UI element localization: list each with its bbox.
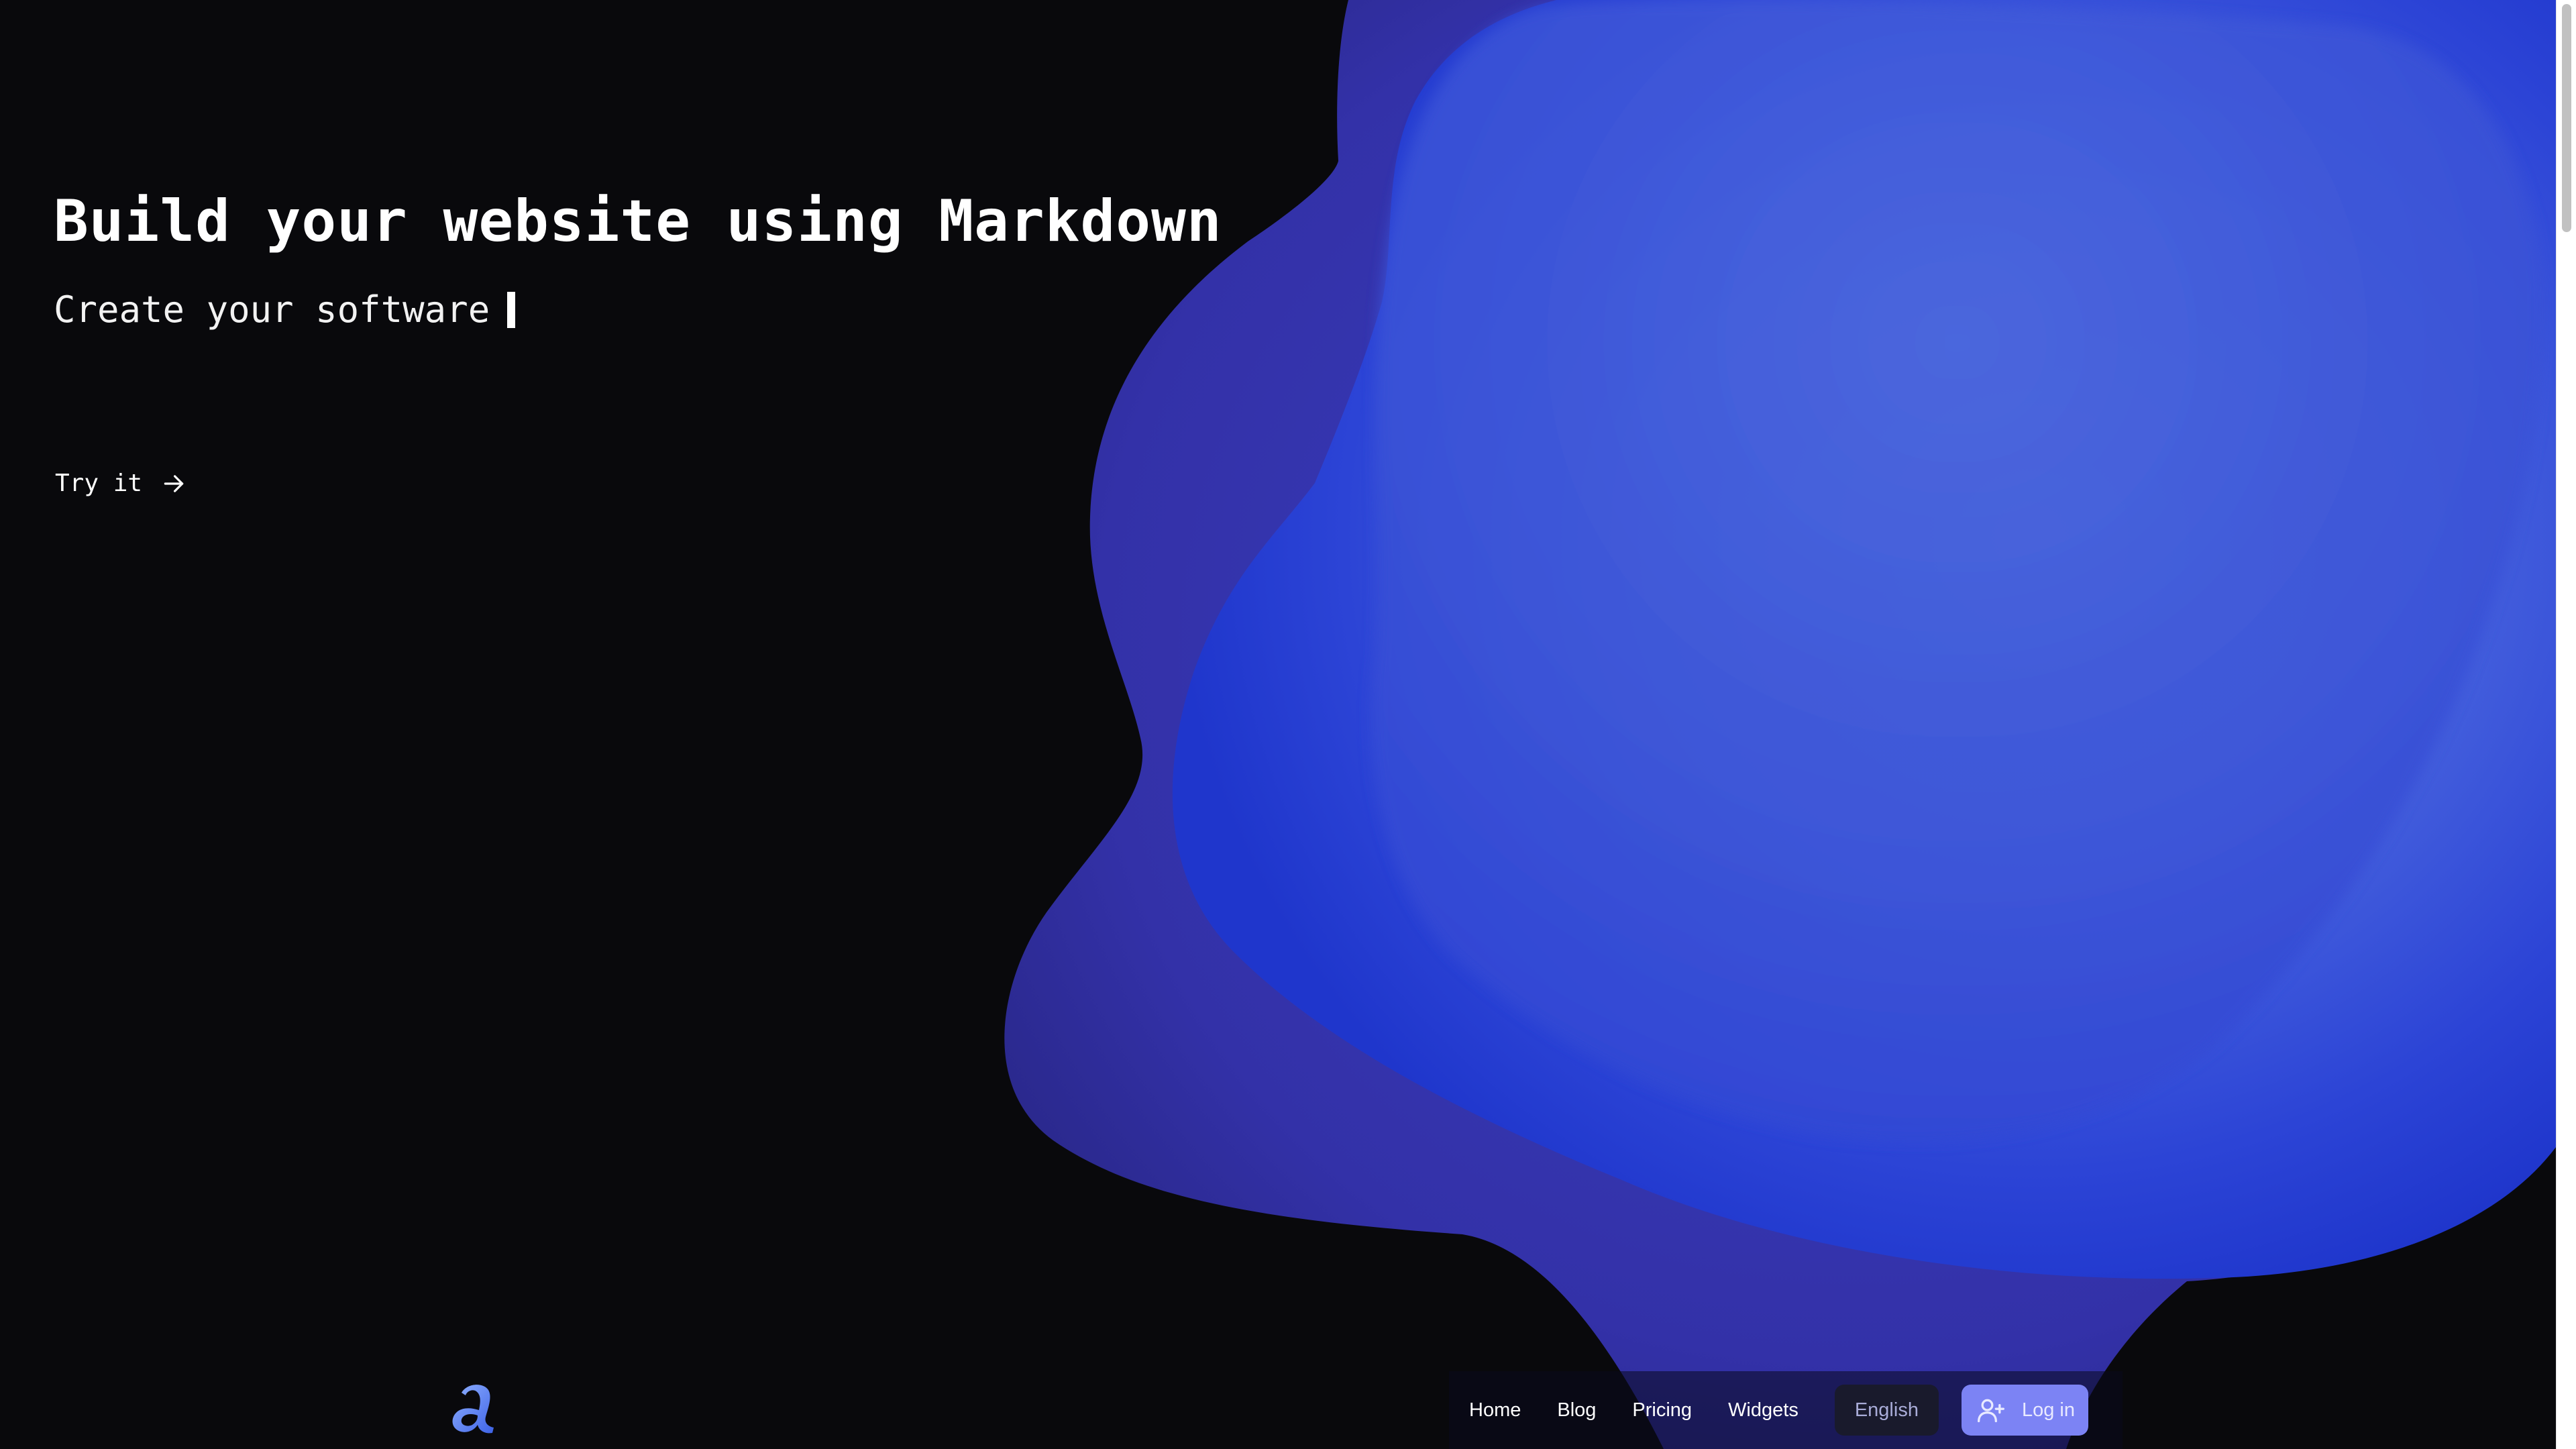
login-button[interactable]: Log in (1961, 1385, 2088, 1436)
bottom-navigation: Home Blog Pricing Widgets English Log in (1449, 1371, 2123, 1449)
blob-outer-layer (1004, 0, 2556, 1449)
hero-title: Build your website using Markdown (54, 188, 1222, 255)
page-scrollbar[interactable] (2556, 0, 2576, 1449)
blob-highlight-lobe (1371, 0, 2544, 1142)
nav-blog[interactable]: Blog (1557, 1399, 1596, 1421)
hero-subtitle: Create your software (54, 288, 516, 331)
nav-home[interactable]: Home (1469, 1399, 1521, 1421)
scrollbar-thumb[interactable] (2562, 4, 2571, 232)
nav-pricing[interactable]: Pricing (1632, 1399, 1692, 1421)
language-label: English (1854, 1399, 1919, 1421)
login-label: Log in (2021, 1399, 2075, 1421)
user-plus-icon (1977, 1399, 2004, 1423)
nav-widgets[interactable]: Widgets (1728, 1399, 1799, 1421)
logo-icon[interactable] (448, 1381, 500, 1434)
typing-caret (507, 292, 516, 328)
language-selector[interactable]: English (1834, 1385, 1939, 1436)
hero-section: Build your website using Markdown Create… (54, 181, 1222, 331)
blob-inner-layer (1172, 0, 2556, 1279)
try-it-link[interactable]: Try it (55, 470, 186, 497)
hero-subtitle-text: Create your software (54, 288, 490, 331)
try-it-label: Try it (55, 470, 143, 497)
arrow-right-icon (164, 474, 184, 492)
